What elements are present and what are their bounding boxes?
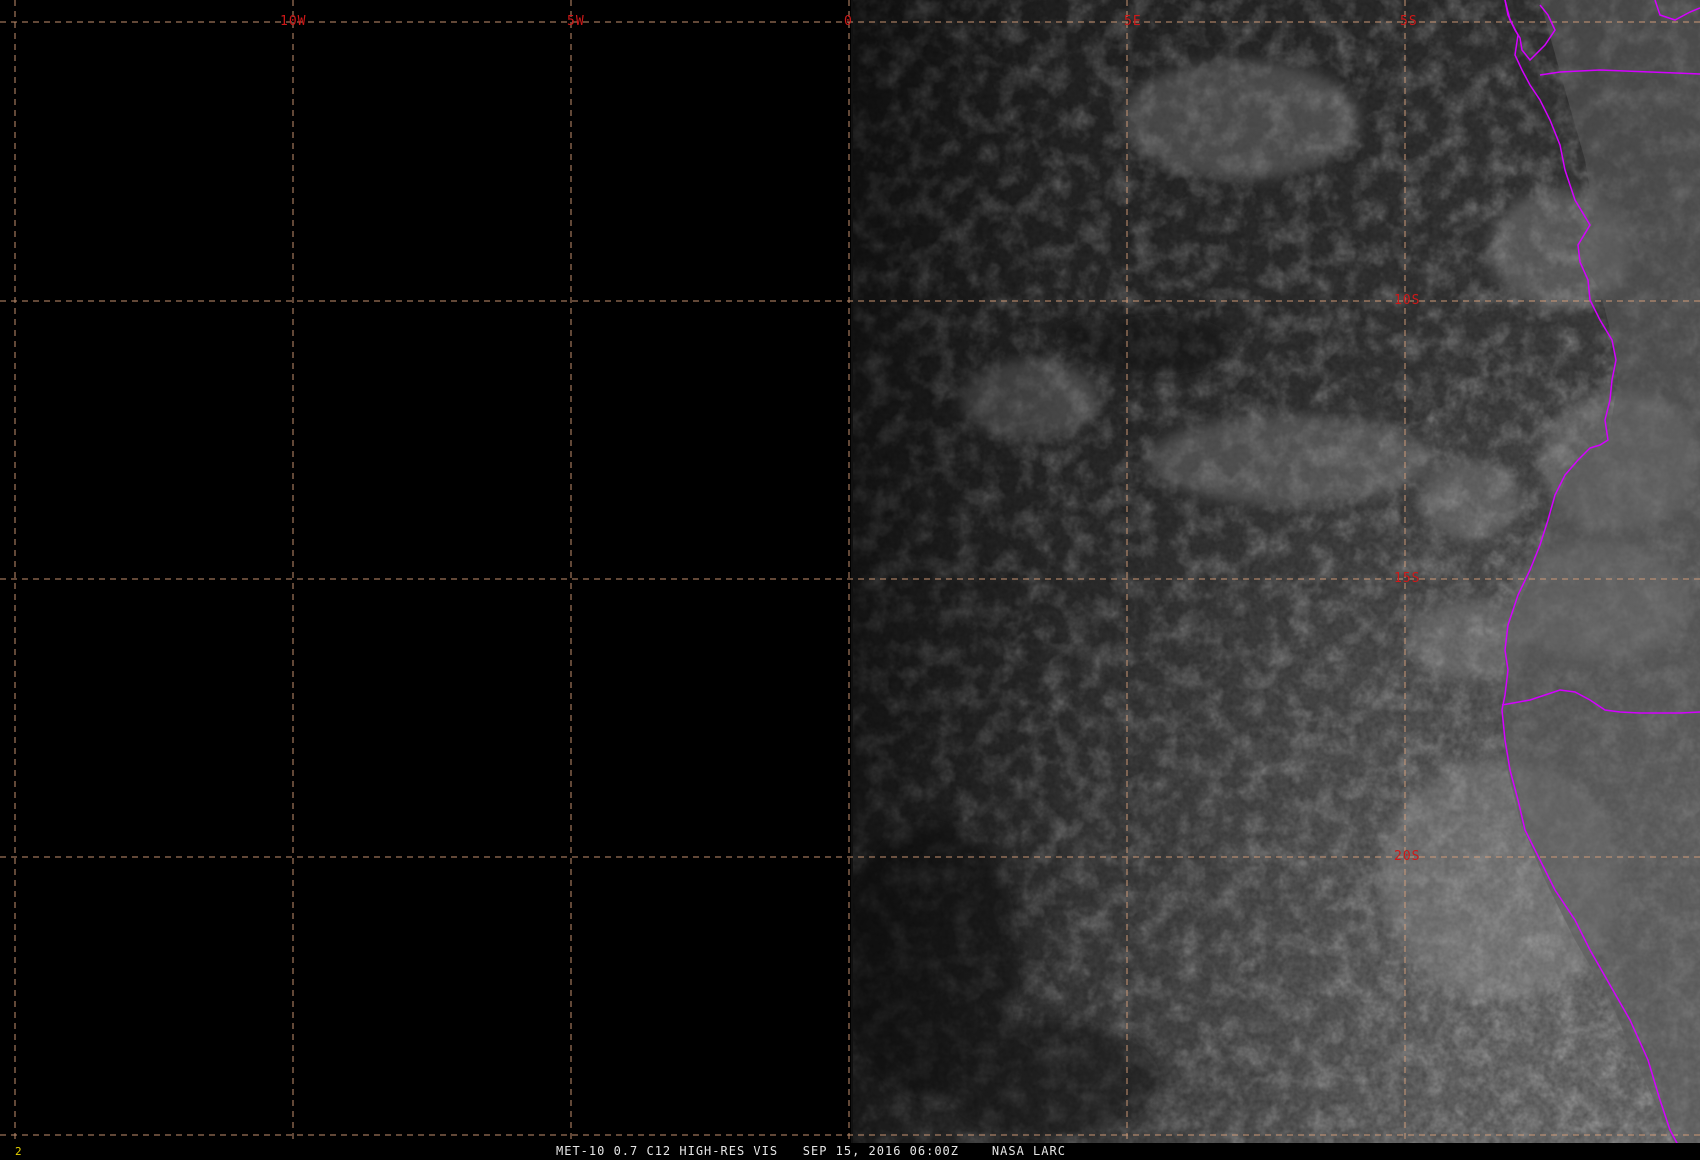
night-region bbox=[0, 0, 852, 1145]
lon-label-10w: 10W bbox=[280, 14, 307, 29]
lat-label-10s: 10S bbox=[1394, 293, 1421, 308]
caption-bar: 2 MET-10 0.7 C12 HIGH-RES VIS SEP 15, 20… bbox=[0, 1143, 1700, 1160]
lon-label-5w: 5W bbox=[567, 14, 585, 29]
lat-label-15s: 15S bbox=[1394, 571, 1421, 586]
satellite-map: 10W 5W 0 5E 5S 10S 15S 20S 2 MET-10 0.7 … bbox=[0, 0, 1700, 1160]
image-caption: MET-10 0.7 C12 HIGH-RES VIS SEP 15, 2016… bbox=[556, 1144, 1066, 1158]
lat-label-20s: 20S bbox=[1394, 849, 1421, 864]
frame-number: 2 bbox=[15, 1145, 22, 1158]
lon-label-5e: 5E bbox=[1124, 14, 1142, 29]
day-region bbox=[852, 0, 1700, 1145]
lon-label-0: 0 bbox=[844, 14, 853, 29]
satellite-image bbox=[0, 0, 1700, 1146]
lat-label-5s: 5S bbox=[1400, 14, 1418, 29]
